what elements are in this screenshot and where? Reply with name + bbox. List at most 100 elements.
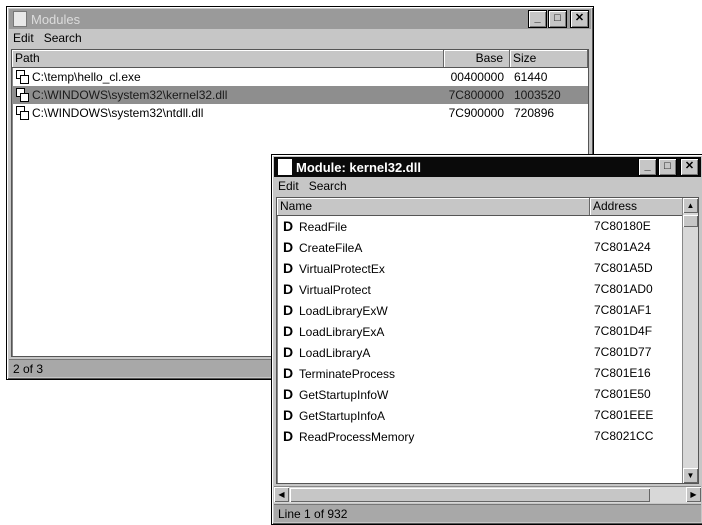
list-item[interactable]: D ReadFile 7C80180E [277,216,683,237]
address-cell: 7C801E50 [594,387,651,401]
exports-rows: D ReadFile 7C80180E D CreateFileA 7C801A24 D Vi… [277,216,683,447]
export-d-icon: D [283,344,294,360]
name-text: LoadLibraryExA [299,325,385,339]
column-path[interactable]: Path [12,50,444,67]
list-item[interactable]: D LoadLibraryExW 7C801AF1 [277,300,683,321]
export-d-icon: D [283,365,294,381]
vertical-scrollbar[interactable]: ▲ ▼ [682,198,698,483]
column-base[interactable]: Base [444,50,510,67]
name-text: VirtualProtect [299,283,371,297]
app-icon [13,11,27,27]
list-item[interactable]: D ReadProcessMemory 7C8021CC [277,426,683,447]
list-item[interactable]: D LoadLibraryA 7C801D77 [277,342,683,363]
address-cell: 7C801A24 [594,240,651,254]
minimize-icon[interactable]: _ [638,158,657,176]
export-d-icon: D [283,407,294,423]
modules-titlebar[interactable]: Modules _ □ ✕ [9,9,591,29]
name-cell: D ReadProcessMemory [277,426,590,447]
modules-header: Path Base Size [12,50,588,68]
name-text: LoadLibraryExW [299,304,388,318]
module-titlebar[interactable]: Module: kernel32.dll _ □ ✕ [274,157,701,177]
dll-file-icon [16,106,29,120]
path-text: C:\temp\hello_cl.exe [32,70,141,84]
scroll-down-icon[interactable]: ▼ [683,468,698,483]
name-cell: D ReadFile [277,216,590,237]
export-d-icon: D [283,218,294,234]
name-text: LoadLibraryA [299,346,371,360]
name-cell: D CreateFileA [277,237,590,258]
name-text: ReadProcessMemory [299,430,415,444]
window-title: Modules [31,11,81,27]
size-cell: 720896 [514,106,555,120]
maximize-icon[interactable]: □ [658,158,677,176]
dll-file-icon [16,70,29,84]
scroll-thumb[interactable] [683,215,698,227]
base-cell: 7C900000 [448,106,504,120]
modules-rows: C:\temp\hello_cl.exe 00400000 61440 C:\WIND… [12,68,588,122]
path-cell: C:\WINDOWS\system32\kernel32.dll [12,86,444,104]
menu-edit[interactable]: Edit [278,179,299,193]
menu-edit[interactable]: Edit [13,31,34,45]
close-icon[interactable]: ✕ [570,10,589,28]
export-d-icon: D [283,239,294,255]
module-menubar: Edit Search [274,177,701,195]
export-d-icon: D [283,302,294,318]
module-window: Module: kernel32.dll _ □ ✕ Edit Search N… [271,154,702,525]
window-controls: _ □ ✕ [637,158,699,176]
name-text: CreateFileA [299,241,363,255]
size-cell: 61440 [514,70,548,84]
maximize-icon[interactable]: □ [548,10,567,28]
menu-search[interactable]: Search [44,31,82,45]
name-cell: D LoadLibraryExW [277,300,590,321]
close-icon[interactable]: ✕ [680,158,699,176]
list-item[interactable]: D CreateFileA 7C801A24 [277,237,683,258]
name-text: GetStartupInfoW [299,388,389,402]
app-icon [278,159,292,175]
address-cell: 7C801AF1 [594,303,652,317]
list-item[interactable]: D LoadLibraryExA 7C801D4F [277,321,683,342]
menu-search[interactable]: Search [309,179,347,193]
address-cell: 7C801D77 [594,345,652,359]
path-cell: C:\WINDOWS\system32\ntdll.dll [12,104,444,122]
table-row[interactable]: C:\WINDOWS\system32\kernel32.dll 7C800000… [12,86,588,104]
name-text: VirtualProtectEx [299,262,385,276]
column-size[interactable]: Size [510,50,588,67]
base-cell: 7C800000 [448,88,504,102]
name-text: GetStartupInfoA [299,409,386,423]
list-item[interactable]: D VirtualProtectEx 7C801A5D [277,258,683,279]
hscroll-thumb[interactable] [290,488,650,502]
address-cell: 7C801D4F [594,324,653,338]
horizontal-scrollbar[interactable]: ◀ ▶ [274,486,701,503]
name-text: ReadFile [299,220,348,234]
path-cell: C:\temp\hello_cl.exe [12,68,444,86]
name-cell: D TerminateProcess [277,363,590,384]
table-row[interactable]: C:\WINDOWS\system32\ntdll.dll 7C900000 720… [12,104,588,122]
list-item[interactable]: D VirtualProtect 7C801AD0 [277,279,683,300]
export-d-icon: D [283,281,294,297]
size-cell: 1003520 [514,88,561,102]
exports-list[interactable]: Name Address D ReadFile 7C80180E D CreateFil… [276,197,699,484]
base-cell: 00400000 [450,70,504,84]
address-cell: 7C8021CC [594,429,654,443]
list-item[interactable]: D GetStartupInfoW 7C801E50 [277,384,683,405]
column-address[interactable]: Address [590,198,683,215]
column-name[interactable]: Name [277,198,590,215]
scroll-right-icon[interactable]: ▶ [686,487,701,502]
name-cell: D VirtualProtectEx [277,258,590,279]
scroll-up-icon[interactable]: ▲ [683,198,698,213]
name-cell: D GetStartupInfoW [277,384,590,405]
dll-file-icon [16,88,29,102]
list-item[interactable]: D GetStartupInfoA 7C801EEE [277,405,683,426]
module-statusbar: Line 1 of 932 [274,504,701,522]
status-text: 2 of 3 [13,362,44,376]
name-cell: D LoadLibraryExA [277,321,590,342]
export-d-icon: D [283,428,294,444]
list-item[interactable]: D TerminateProcess 7C801E16 [277,363,683,384]
address-cell: 7C801A5D [594,261,653,275]
scroll-left-icon[interactable]: ◀ [274,487,289,502]
minimize-icon[interactable]: _ [528,10,547,28]
address-cell: 7C80180E [594,219,651,233]
name-cell: D LoadLibraryA [277,342,590,363]
table-row[interactable]: C:\temp\hello_cl.exe 00400000 61440 [12,68,588,86]
path-text: C:\WINDOWS\system32\ntdll.dll [32,106,204,120]
